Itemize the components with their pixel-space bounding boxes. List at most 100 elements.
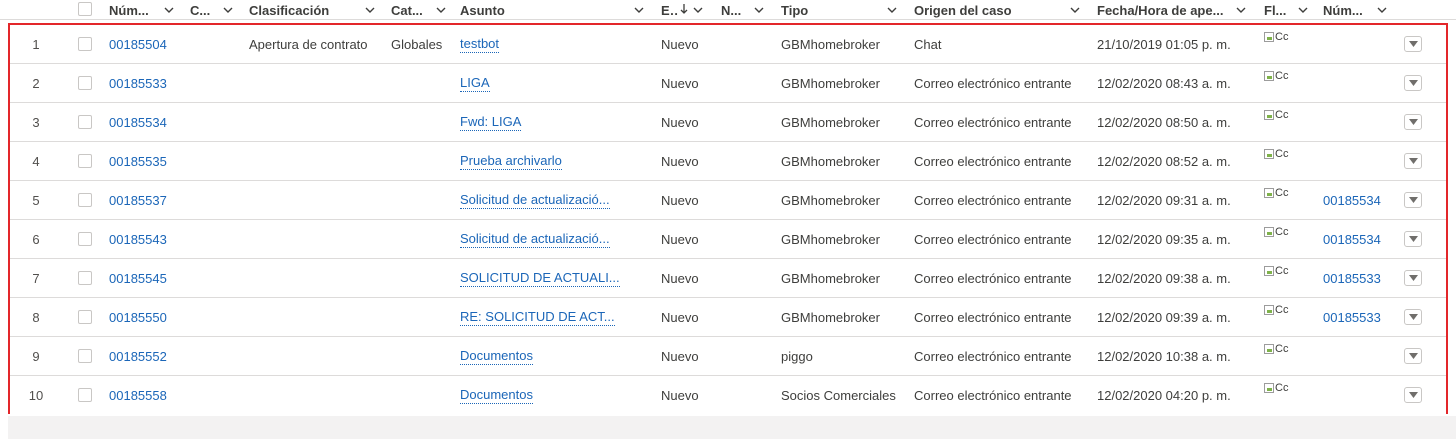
subject-link[interactable]: Documentos bbox=[460, 387, 533, 404]
case-number-cell[interactable]: 00185545 bbox=[109, 259, 189, 297]
subject-cell[interactable]: Documentos bbox=[460, 376, 650, 414]
case-number-cell[interactable]: 00185552 bbox=[109, 337, 189, 375]
column-header-estado[interactable]: E... bbox=[661, 0, 679, 20]
column-header-categoria[interactable]: Cat... bbox=[391, 0, 435, 20]
subject-link[interactable]: Solicitud de actualizació... bbox=[460, 231, 610, 248]
table-row[interactable]: 10 00185558 Documentos Nuevo Socios Comercia… bbox=[10, 376, 1446, 415]
chevron-down-icon[interactable] bbox=[364, 4, 376, 16]
subject-link[interactable]: Fwd: LIGA bbox=[460, 114, 522, 131]
case-number-link[interactable]: 00185552 bbox=[109, 349, 167, 364]
row-action-menu-button[interactable] bbox=[1404, 309, 1422, 325]
row-checkbox[interactable] bbox=[78, 388, 92, 402]
subject-link[interactable]: RE: SOLICITUD DE ACT... bbox=[460, 309, 615, 326]
sort-descending-icon[interactable] bbox=[679, 2, 689, 16]
column-header-tipo[interactable]: Tipo bbox=[781, 0, 841, 20]
case-number-cell[interactable]: 00185535 bbox=[109, 142, 189, 180]
row-checkbox[interactable] bbox=[78, 154, 92, 168]
chevron-down-icon[interactable] bbox=[1297, 4, 1309, 16]
column-header-origen[interactable]: Origen del caso bbox=[914, 0, 1054, 20]
case-number-link[interactable]: 00185533 bbox=[109, 76, 167, 91]
row-action-menu-button[interactable] bbox=[1404, 36, 1422, 52]
case-number-cell[interactable]: 00185537 bbox=[109, 181, 189, 219]
chevron-down-icon[interactable] bbox=[633, 4, 645, 16]
chevron-down-icon[interactable] bbox=[222, 4, 234, 16]
table-row[interactable]: 7 00185545 SOLICITUD DE ACTUALI... Nuevo GBM… bbox=[10, 259, 1446, 298]
case-number-cell[interactable]: 00185534 bbox=[109, 103, 189, 141]
column-header-numero2[interactable]: Núm... bbox=[1323, 0, 1365, 20]
column-header-c[interactable]: C... bbox=[190, 0, 218, 20]
case-number-cell[interactable]: 00185504 bbox=[109, 25, 189, 63]
case-number-link[interactable]: 00185504 bbox=[109, 37, 167, 52]
chevron-down-icon[interactable] bbox=[163, 4, 175, 16]
row-action-menu-button[interactable] bbox=[1404, 348, 1422, 364]
subject-cell[interactable]: RE: SOLICITUD DE ACT... bbox=[460, 298, 650, 336]
related-case-link[interactable]: 00185533 bbox=[1323, 310, 1381, 325]
row-action-menu-button[interactable] bbox=[1404, 114, 1422, 130]
row-checkbox[interactable] bbox=[78, 76, 92, 90]
chevron-down-icon[interactable] bbox=[1235, 4, 1247, 16]
subject-link[interactable]: LIGA bbox=[460, 75, 490, 92]
table-row[interactable]: 5 00185537 Solicitud de actualizació... Nue… bbox=[10, 181, 1446, 220]
column-header-clasificacion[interactable]: Clasificación bbox=[249, 0, 359, 20]
column-header-fl[interactable]: Fl... bbox=[1264, 0, 1290, 20]
subject-cell[interactable]: SOLICITUD DE ACTUALI... bbox=[460, 259, 650, 297]
case-number-cell[interactable]: 00185543 bbox=[109, 220, 189, 258]
column-header-fecha[interactable]: Fecha/Hora de ape... bbox=[1097, 0, 1231, 20]
subject-link[interactable]: Documentos bbox=[460, 348, 533, 365]
subject-link[interactable]: SOLICITUD DE ACTUALI... bbox=[460, 270, 620, 287]
chevron-down-icon[interactable] bbox=[1069, 4, 1081, 16]
related-case-cell[interactable]: 00185533 bbox=[1323, 298, 1395, 336]
row-checkbox[interactable] bbox=[78, 310, 92, 324]
row-checkbox[interactable] bbox=[78, 232, 92, 246]
case-number-link[interactable]: 00185545 bbox=[109, 271, 167, 286]
subject-cell[interactable]: Fwd: LIGA bbox=[460, 103, 650, 141]
case-number-link[interactable]: 00185558 bbox=[109, 388, 167, 403]
table-row[interactable]: 4 00185535 Prueba archivarlo Nuevo GBMhomebr… bbox=[10, 142, 1446, 181]
chevron-down-icon[interactable] bbox=[886, 4, 898, 16]
subject-cell[interactable]: Documentos bbox=[460, 337, 650, 375]
row-checkbox[interactable] bbox=[78, 115, 92, 129]
related-case-link[interactable]: 00185534 bbox=[1323, 232, 1381, 247]
row-checkbox[interactable] bbox=[78, 349, 92, 363]
row-checkbox[interactable] bbox=[78, 37, 92, 51]
case-number-cell[interactable]: 00185550 bbox=[109, 298, 189, 336]
case-number-link[interactable]: 00185534 bbox=[109, 115, 167, 130]
related-case-cell[interactable]: 00185533 bbox=[1323, 259, 1395, 297]
table-row[interactable]: 9 00185552 Documentos Nuevo piggo Correo elec… bbox=[10, 337, 1446, 376]
select-all-checkbox[interactable] bbox=[78, 2, 92, 16]
chevron-down-icon[interactable] bbox=[435, 4, 447, 16]
table-row[interactable]: 8 00185550 RE: SOLICITUD DE ACT... Nuevo GBM… bbox=[10, 298, 1446, 337]
related-case-cell[interactable]: 00185534 bbox=[1323, 220, 1395, 258]
row-action-menu-button[interactable] bbox=[1404, 75, 1422, 91]
row-action-menu-button[interactable] bbox=[1404, 192, 1422, 208]
related-case-link[interactable]: 00185533 bbox=[1323, 271, 1381, 286]
row-action-menu-button[interactable] bbox=[1404, 153, 1422, 169]
table-row[interactable]: 2 00185533 LIGA Nuevo GBMhomebroker Correo el… bbox=[10, 64, 1446, 103]
column-header-n[interactable]: N... bbox=[721, 0, 749, 20]
chevron-down-icon[interactable] bbox=[1376, 4, 1388, 16]
chevron-down-icon[interactable] bbox=[753, 4, 765, 16]
case-number-link[interactable]: 00185537 bbox=[109, 193, 167, 208]
case-number-link[interactable]: 00185535 bbox=[109, 154, 167, 169]
subject-cell[interactable]: LIGA bbox=[460, 64, 650, 102]
table-row[interactable]: 3 00185534 Fwd: LIGA Nuevo GBMhomebroker Corr… bbox=[10, 103, 1446, 142]
subject-cell[interactable]: testbot bbox=[460, 25, 650, 63]
row-checkbox[interactable] bbox=[78, 193, 92, 207]
table-row[interactable]: 6 00185543 Solicitud de actualizació... Nue… bbox=[10, 220, 1446, 259]
row-action-menu-button[interactable] bbox=[1404, 270, 1422, 286]
related-case-cell[interactable]: 00185534 bbox=[1323, 181, 1395, 219]
column-header-asunto[interactable]: Asunto bbox=[460, 0, 620, 20]
subject-link[interactable]: testbot bbox=[460, 36, 500, 53]
row-action-menu-button[interactable] bbox=[1404, 231, 1422, 247]
row-action-menu-button[interactable] bbox=[1404, 387, 1422, 403]
case-number-cell[interactable]: 00185558 bbox=[109, 376, 189, 414]
table-row[interactable]: 1 00185504 Apertura de contrato Globales tes… bbox=[10, 25, 1446, 64]
subject-link[interactable]: Prueba archivarlo bbox=[460, 153, 562, 170]
subject-cell[interactable]: Prueba archivarlo bbox=[460, 142, 650, 180]
subject-cell[interactable]: Solicitud de actualizació... bbox=[460, 220, 650, 258]
related-case-link[interactable]: 00185534 bbox=[1323, 193, 1381, 208]
case-number-cell[interactable]: 00185533 bbox=[109, 64, 189, 102]
chevron-down-icon[interactable] bbox=[692, 4, 704, 16]
case-number-link[interactable]: 00185543 bbox=[109, 232, 167, 247]
row-checkbox[interactable] bbox=[78, 271, 92, 285]
